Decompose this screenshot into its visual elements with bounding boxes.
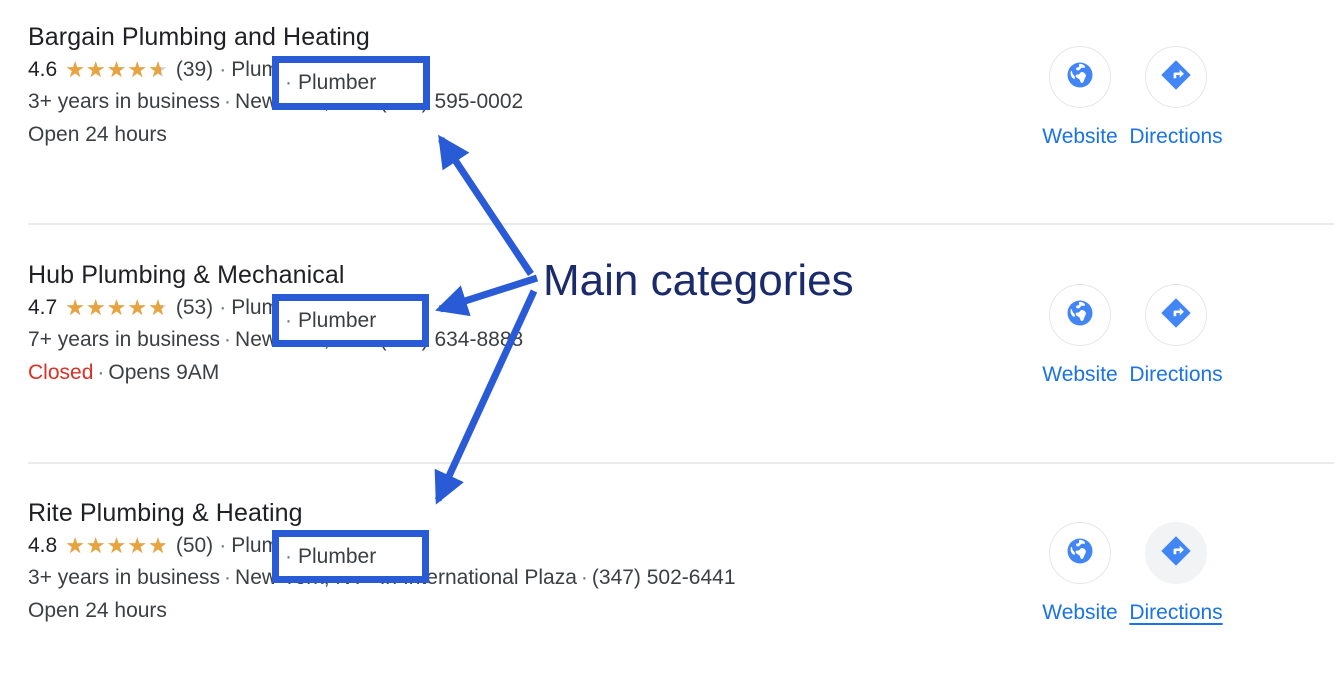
rating-value: 4.8 <box>28 534 58 557</box>
meta-separator: · <box>219 534 227 557</box>
business-category: Plumber <box>298 71 377 94</box>
website-button[interactable]: Website <box>1032 46 1128 149</box>
action-buttons: Website Directions <box>1032 284 1224 387</box>
hours-status: Open 24 hours <box>28 599 167 622</box>
star-rating: ★★★★★ ★★★★★ <box>65 295 169 320</box>
highlight-box-text-2: · Plumber <box>279 308 376 334</box>
globe-icon <box>1065 298 1095 333</box>
meta-separator: · <box>285 544 292 568</box>
business-category: Plumber <box>298 308 377 332</box>
directions-button[interactable]: Directions <box>1128 522 1224 625</box>
directions-label: Directions <box>1129 601 1223 624</box>
website-icon-circle <box>1049 284 1111 346</box>
meta-separator: · <box>224 328 232 351</box>
meta-separator: · <box>224 90 232 113</box>
meta-separator: · <box>97 361 105 384</box>
arrow-to-category-1 <box>438 134 534 276</box>
directions-button[interactable]: Directions <box>1128 46 1224 149</box>
action-buttons: Website Directions <box>1032 46 1224 149</box>
star-rating: ★★★★★ ★★★★★ <box>65 533 169 558</box>
website-button[interactable]: Website <box>1032 522 1128 625</box>
star-rating: ★★★★★ ★★★★★ <box>65 57 169 82</box>
review-count: (53) <box>175 296 214 319</box>
address-part: 3+ years in business <box>28 566 221 589</box>
action-buttons: Website Directions <box>1032 522 1224 625</box>
address-part: 7+ years in business <box>28 328 221 351</box>
review-count: (39) <box>175 58 214 81</box>
meta-separator: · <box>285 71 292 94</box>
hours-status: Closed <box>28 361 94 384</box>
directions-diamond-icon <box>1159 534 1193 573</box>
directions-label: Directions <box>1129 363 1223 386</box>
meta-separator: · <box>224 566 232 589</box>
website-label: Website <box>1042 125 1118 148</box>
website-button[interactable]: Website <box>1032 284 1128 387</box>
list-item[interactable]: Bargain Plumbing and Heating 4.6 ★★★★★ ★★… <box>0 22 1342 148</box>
divider <box>28 223 1334 225</box>
meta-separator: · <box>219 58 227 81</box>
highlight-box-text-1: · Plumber <box>279 70 376 96</box>
website-icon-circle <box>1049 46 1111 108</box>
annotation-label: Main categories <box>543 256 854 305</box>
hours-status: Open 24 hours <box>28 123 167 146</box>
website-icon-circle <box>1049 522 1111 584</box>
meta-separator: · <box>580 566 588 589</box>
address-part: (347) 502-6441 <box>591 566 736 589</box>
rating-value: 4.7 <box>28 296 58 319</box>
directions-icon-circle <box>1145 46 1207 108</box>
globe-icon <box>1065 60 1095 95</box>
meta-separator: · <box>285 308 292 332</box>
meta-separator: · <box>219 296 227 319</box>
highlight-box-category-3: · Plumber <box>272 530 429 583</box>
website-label: Website <box>1042 601 1118 624</box>
globe-icon <box>1065 536 1095 571</box>
website-label: Website <box>1042 363 1118 386</box>
hours-next-open: Opens 9AM <box>108 361 220 384</box>
directions-icon-circle <box>1145 284 1207 346</box>
directions-diamond-icon <box>1159 58 1193 97</box>
directions-label: Directions <box>1129 125 1223 148</box>
address-part: 3+ years in business <box>28 90 221 113</box>
local-results-panel: Bargain Plumbing and Heating 4.6 ★★★★★ ★★… <box>0 0 1342 680</box>
directions-diamond-icon <box>1159 296 1193 335</box>
highlight-box-category-2: · Plumber <box>272 294 429 347</box>
directions-icon-circle <box>1145 522 1207 584</box>
rating-value: 4.6 <box>28 58 58 81</box>
review-count: (50) <box>175 534 214 557</box>
directions-button[interactable]: Directions <box>1128 284 1224 387</box>
list-item[interactable]: Rite Plumbing & Heating 4.8 ★★★★★ ★★★★★ (… <box>0 498 1342 624</box>
highlight-box-category-1: · Plumber <box>272 56 430 110</box>
highlight-box-text-3: · Plumber <box>279 544 376 570</box>
business-category: Plumber <box>298 544 377 568</box>
divider <box>28 462 1334 464</box>
